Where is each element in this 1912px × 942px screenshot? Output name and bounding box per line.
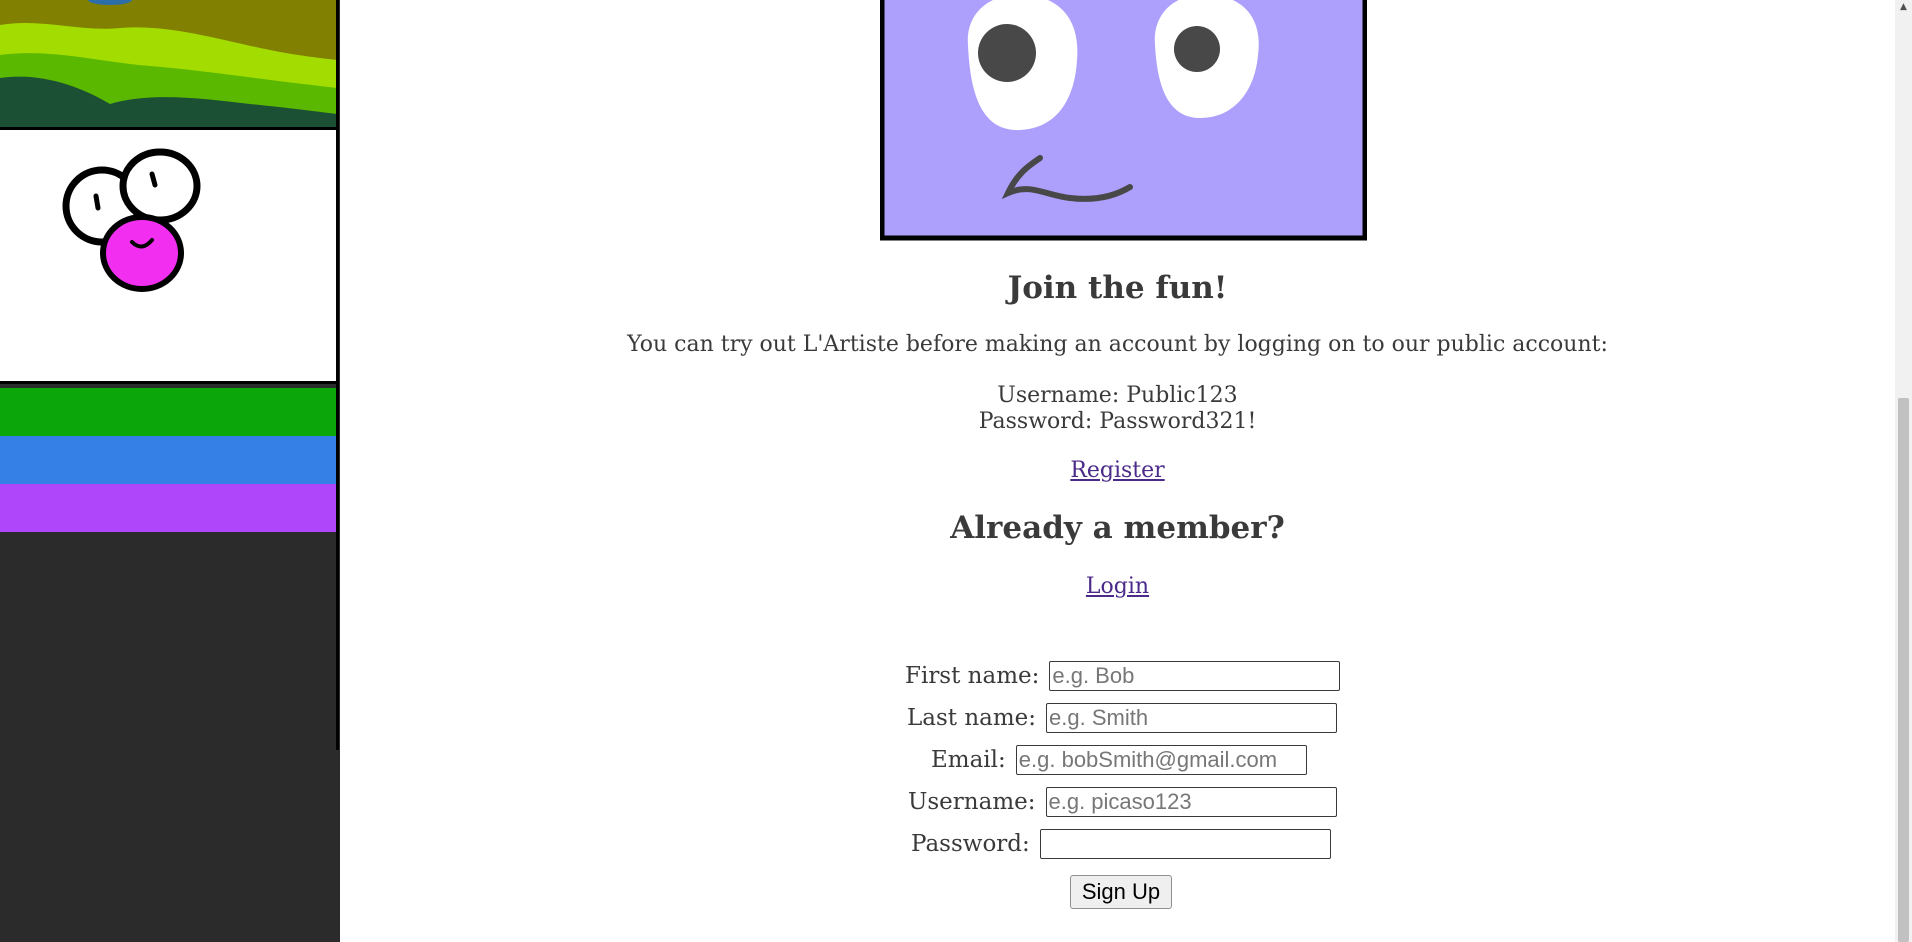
login-heading: Already a member? <box>950 510 1285 546</box>
public-account-intro: You can try out L'Artiste before making … <box>627 332 1608 357</box>
last-name-row: Last name: <box>907 701 1338 735</box>
color-swatch-purple[interactable] <box>0 484 337 532</box>
landscape-painting-thumbnail[interactable] <box>0 0 337 127</box>
first-name-field[interactable] <box>1049 661 1341 691</box>
blob-creature-thumbnail <box>62 148 201 292</box>
scroll-up-arrow-icon[interactable]: ▲ <box>1898 2 1909 12</box>
email-field[interactable] <box>1015 745 1307 775</box>
username-label: Username: <box>908 789 1036 815</box>
color-swatch-green[interactable] <box>0 388 337 436</box>
login-link[interactable]: Login <box>1086 574 1149 599</box>
first-name-row: First name: <box>905 659 1341 693</box>
sidebar-divider <box>336 0 339 750</box>
public-username: Username: Public123 <box>997 383 1238 408</box>
public-password: Password: Password321! <box>978 409 1257 434</box>
last-name-label: Last name: <box>907 705 1037 731</box>
username-row: Username: <box>908 785 1337 819</box>
register-link[interactable]: Register <box>1070 458 1164 483</box>
password-label: Password: <box>911 831 1030 857</box>
purple-face-avatar <box>880 0 1367 241</box>
scrollbar-thumb[interactable] <box>1898 398 1909 942</box>
sign-up-button[interactable]: Sign Up <box>1070 875 1172 909</box>
last-name-field[interactable] <box>1046 703 1338 733</box>
first-name-label: First name: <box>905 663 1040 689</box>
email-row: Email: <box>931 743 1307 777</box>
email-label: Email: <box>931 747 1006 773</box>
blob-creature-panel[interactable] <box>0 127 337 384</box>
password-row: Password: <box>911 827 1331 861</box>
vertical-scrollbar[interactable]: ▲ <box>1895 0 1912 942</box>
color-swatch-blue[interactable] <box>0 436 337 484</box>
main-content: Join the fun! You can try out L'Artiste … <box>340 0 1895 942</box>
password-field[interactable] <box>1039 829 1331 859</box>
signup-heading: Join the fun! <box>1007 270 1228 306</box>
sidebar <box>0 0 340 942</box>
username-field[interactable] <box>1045 787 1337 817</box>
